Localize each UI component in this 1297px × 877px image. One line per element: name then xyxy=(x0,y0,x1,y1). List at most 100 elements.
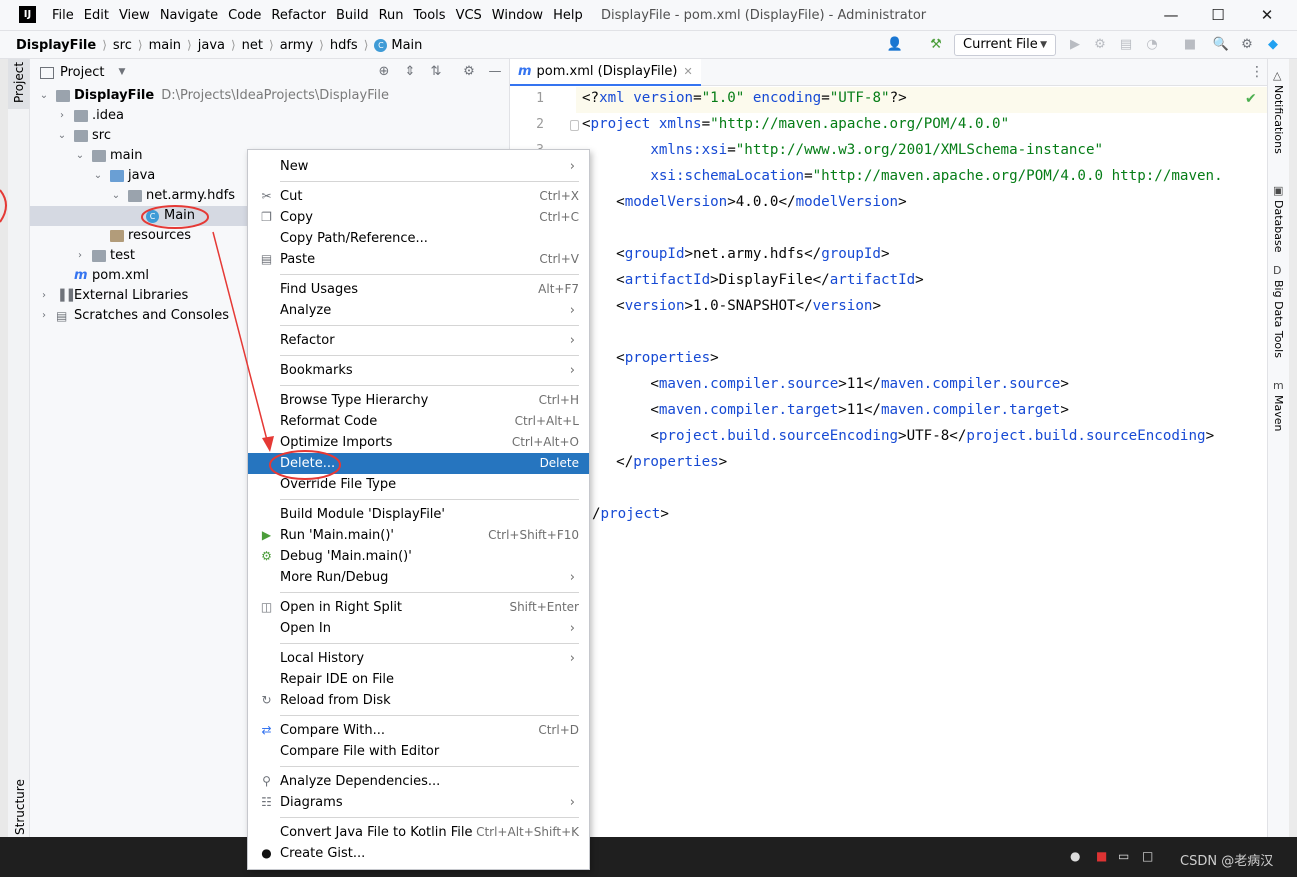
close-window-button[interactable]: ✕ xyxy=(1244,0,1290,31)
menu-item-label: More Run/Debug xyxy=(280,570,389,585)
breadcrumb-item[interactable]: src xyxy=(109,38,136,53)
menu-item-new[interactable]: New › xyxy=(248,156,589,177)
menu-run[interactable]: Run xyxy=(374,0,409,31)
menu-build[interactable]: Build xyxy=(331,0,374,31)
app-tray-icon[interactable]: ■ xyxy=(1096,849,1107,865)
chevron-right-icon[interactable]: › xyxy=(38,306,50,326)
menu-item-open-in-right-split[interactable]: ◫ Open in Right Split Shift+Enter xyxy=(248,597,589,618)
expand-all-icon[interactable]: ⇕ xyxy=(402,64,418,80)
menu-item-build-module-displayfile[interactable]: Build Module 'DisplayFile' xyxy=(248,504,589,525)
menu-help[interactable]: Help xyxy=(548,0,588,31)
tool-window-maven[interactable]: Maven xyxy=(1272,395,1285,431)
chevron-right-icon[interactable]: › xyxy=(38,286,50,306)
menu-item-repair-ide-on-file[interactable]: Repair IDE on File xyxy=(248,669,589,690)
menu-item-convert-java-file-to-kotlin-file[interactable]: Convert Java File to Kotlin File Ctrl+Alt… xyxy=(248,822,589,843)
search-icon[interactable]: 🔍 xyxy=(1212,36,1230,54)
close-tab-icon[interactable]: ✕ xyxy=(683,65,692,78)
fold-marker-icon[interactable] xyxy=(570,120,579,131)
chevron-right-icon[interactable]: › xyxy=(56,106,68,126)
collapse-all-icon[interactable]: ⇅ xyxy=(428,64,444,80)
run-icon[interactable]: ▶ xyxy=(1066,36,1084,54)
gear-icon[interactable]: ⚙ xyxy=(461,64,477,80)
user-icon[interactable]: 👤 xyxy=(886,36,904,54)
menu-item-browse-type-hierarchy[interactable]: Browse Type Hierarchy Ctrl+H xyxy=(248,390,589,411)
breadcrumb-item[interactable]: java xyxy=(194,38,229,53)
hide-panel-icon[interactable]: — xyxy=(487,64,503,80)
more-options-icon[interactable]: ⋮ xyxy=(1250,64,1264,80)
menu-tools[interactable]: Tools xyxy=(409,0,451,31)
menu-refactor[interactable]: Refactor xyxy=(266,0,331,31)
menu-item-run-main-main[interactable]: ▶ Run 'Main.main()' Ctrl+Shift+F10 xyxy=(248,525,589,546)
chevron-down-icon[interactable]: ⌄ xyxy=(56,126,68,146)
menu-file[interactable]: File xyxy=(47,0,79,31)
tree-item[interactable]: › .idea xyxy=(30,106,510,126)
run-configuration-select[interactable]: Current File ▼ xyxy=(954,34,1056,56)
project-tool-button[interactable]: Project xyxy=(8,59,29,109)
chevron-down-icon[interactable]: ⌄ xyxy=(74,146,86,166)
menu-item-paste[interactable]: ▤ Paste Ctrl+V xyxy=(248,249,589,270)
menu-item-cut[interactable]: ✂ Cut Ctrl+X xyxy=(248,186,589,207)
tree-item[interactable]: ⌄ DisplayFile D:\Projects\IdeaProjects\Dis… xyxy=(30,86,510,106)
gear-icon[interactable]: ⚙ xyxy=(1238,36,1256,54)
tool-window-big-data-tools[interactable]: Big Data Tools xyxy=(1272,280,1285,358)
tree-item[interactable]: ⌄ src xyxy=(30,126,510,146)
chevron-down-icon[interactable]: ⌄ xyxy=(92,166,104,186)
menu-code[interactable]: Code xyxy=(223,0,266,31)
menu-item-reformat-code[interactable]: Reformat Code Ctrl+Alt+L xyxy=(248,411,589,432)
menu-view[interactable]: View xyxy=(114,0,155,31)
menu-item-override-file-type[interactable]: Override File Type xyxy=(248,474,589,495)
profile-icon[interactable]: ◔ xyxy=(1143,36,1161,54)
menu-item-more-run-debug[interactable]: More Run/Debug › xyxy=(248,567,589,588)
menu-item-create-gist[interactable]: ● Create Gist... xyxy=(248,843,589,864)
breadcrumb-item[interactable]: hdfs xyxy=(326,38,362,53)
menu-item-local-history[interactable]: Local History › xyxy=(248,648,589,669)
tool-window-database[interactable]: Database xyxy=(1272,200,1285,253)
tool-window-notifications[interactable]: Notifications xyxy=(1272,85,1285,154)
code-line: </properties> xyxy=(582,454,727,470)
menu-item-copy[interactable]: ❐ Copy Ctrl+C xyxy=(248,207,589,228)
menu-item-compare-with[interactable]: ⇄ Compare With... Ctrl+D xyxy=(248,720,589,741)
menu-item-reload-from-disk[interactable]: ↻ Reload from Disk xyxy=(248,690,589,711)
menu-item-copy-path-reference[interactable]: Copy Path/Reference... xyxy=(248,228,589,249)
breadcrumb-item[interactable]: DisplayFile xyxy=(12,38,100,53)
menu-item-delete[interactable]: Delete... Delete xyxy=(248,453,589,474)
display-icon[interactable]: ▭ xyxy=(1118,849,1129,865)
no-problems-check-icon[interactable]: ✔ xyxy=(1245,91,1257,107)
menu-item-refactor[interactable]: Refactor › xyxy=(248,330,589,351)
chevron-right-icon[interactable]: › xyxy=(74,246,86,266)
debug-icon[interactable]: ⚙ xyxy=(1091,36,1109,54)
plugin-logo-icon[interactable]: ◆ xyxy=(1264,36,1282,54)
breadcrumb-item[interactable]: army xyxy=(276,38,317,53)
minimize-button[interactable]: — xyxy=(1148,0,1194,31)
menu-item-analyze[interactable]: Analyze › xyxy=(248,300,589,321)
structure-tool-label[interactable]: Structure xyxy=(13,779,27,835)
breadcrumb-item[interactable]: net xyxy=(238,38,267,53)
menu-item-bookmarks[interactable]: Bookmarks › xyxy=(248,360,589,381)
build-hammer-icon[interactable]: ⚒ xyxy=(927,36,945,54)
menu-item-optimize-imports[interactable]: Optimize Imports Ctrl+Alt+O xyxy=(248,432,589,453)
coverage-icon[interactable]: ▤ xyxy=(1117,36,1135,54)
menu-item-diagrams[interactable]: ☷ Diagrams › xyxy=(248,792,589,813)
menu-edit[interactable]: Edit xyxy=(79,0,114,31)
chevron-down-icon[interactable]: ⌄ xyxy=(110,186,122,206)
maximize-button[interactable]: ☐ xyxy=(1195,0,1241,31)
project-view-selector[interactable]: Project ▼ xyxy=(40,59,125,86)
chevron-down-icon[interactable]: ⌄ xyxy=(38,86,50,106)
tab-pom-xml[interactable]: m pom.xml (DisplayFile) ✕ xyxy=(510,59,701,86)
window-icon[interactable]: □ xyxy=(1142,849,1153,865)
code-token: = xyxy=(821,90,830,106)
menu-item-debug-main-main[interactable]: ⚙ Debug 'Main.main()' xyxy=(248,546,589,567)
code-editor[interactable]: 123 <?xml version="1.0" encoding="UTF-8"… xyxy=(510,86,1267,837)
breadcrumb-item[interactable]: C Main xyxy=(370,38,426,53)
menu-vcs[interactable]: VCS xyxy=(451,0,487,31)
menu-item-analyze-dependencies[interactable]: ⚲ Analyze Dependencies... xyxy=(248,771,589,792)
qq-icon[interactable]: ● xyxy=(1070,849,1080,865)
menu-item-compare-file-with-editor[interactable]: Compare File with Editor xyxy=(248,741,589,762)
menu-item-find-usages[interactable]: Find Usages Alt+F7 xyxy=(248,279,589,300)
menu-navigate[interactable]: Navigate xyxy=(155,0,223,31)
menu-window[interactable]: Window xyxy=(487,0,548,31)
breadcrumb-item[interactable]: main xyxy=(145,38,185,53)
locate-icon[interactable]: ⊕ xyxy=(376,64,392,80)
menu-item-open-in[interactable]: Open In › xyxy=(248,618,589,639)
stop-icon[interactable]: ■ xyxy=(1181,36,1199,54)
